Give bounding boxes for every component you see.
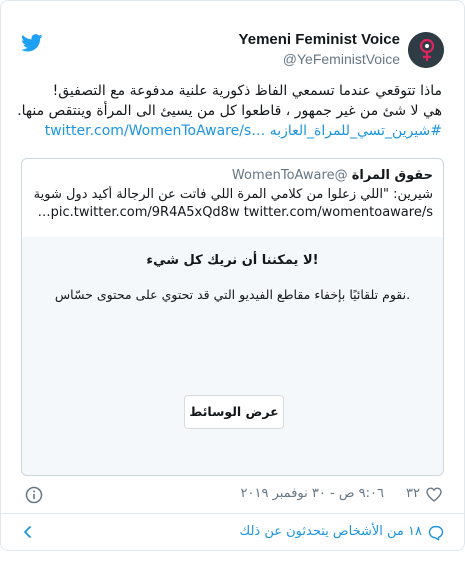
quoted-name: حقوق المراة — [351, 168, 433, 183]
quoted-tweet-author: حقوق المراة @WomenToAware — [232, 167, 433, 185]
user-handle[interactable]: @YeFeministVoice — [283, 51, 400, 67]
info-icon[interactable] — [25, 486, 43, 504]
chevron-left-icon[interactable] — [21, 525, 35, 539]
sensitive-media-warning: !لا يمكننا أن نريك كل شيء .نقوم تلقائيًا… — [22, 237, 443, 475]
tweet-hashtag[interactable]: #شيرين_تسي_للمراة_العازبه — [270, 123, 442, 139]
like-count: ٣٢ — [406, 486, 420, 501]
tweet-line-3: #شيرين_تسي_للمراة_العازبه twitter.com/Wo… — [21, 121, 442, 141]
tweet-line-2: هي لا شئ من غير جمهور ، قاطعوا كل من يسي… — [17, 103, 442, 119]
people-talking-link[interactable]: ١٨ من الأشخاص يتحدثون عن ذلك — [240, 524, 422, 539]
tweet-meta: ٩:٠٦ ص - ٣٠ نوفمبر ٢٠١٩ ٣٢ — [23, 484, 442, 506]
media-warning-description: .نقوم تلقائيًا بإخفاء مقاطع الفيديو التي… — [54, 287, 411, 302]
tweet-line-1: ماذا تتوقعي عندما تسمعي الفاظ ذكورية علن… — [52, 83, 442, 99]
avatar-logo — [408, 32, 444, 68]
quoted-tweet[interactable]: حقوق المراة @WomenToAware شيرين: "اللي ز… — [21, 158, 444, 476]
media-warning-title: !لا يمكننا أن نريك كل شيء — [146, 253, 319, 268]
conversation-footer[interactable]: ١٨ من الأشخاص يتحدثون عن ذلك — [1, 514, 464, 550]
embedded-tweet-card: Yemeni Feminist Voice @YeFeministVoice م… — [0, 0, 465, 551]
quoted-line-1: شيرين: "اللي زعلوا من كلامي المرة اللي ف… — [32, 187, 433, 202]
twitter-logo-icon[interactable] — [21, 34, 43, 52]
display-name[interactable]: Yemeni Feminist Voice — [239, 31, 400, 48]
quoted-tweet-text: شيرين: "اللي زعلوا من كلامي المرة اللي ف… — [32, 186, 433, 222]
quoted-handle: @WomenToAware — [231, 168, 348, 183]
tweet-text: ماذا تتوقعي عندما تسمعي الفاظ ذكورية علن… — [17, 81, 442, 141]
speech-bubble-icon — [428, 525, 444, 541]
tweet-link[interactable]: twitter.com/WomenToAware/s… — [45, 123, 266, 139]
heart-icon[interactable] — [426, 487, 442, 502]
quoted-line-2: pic.twitter.com/9R4A5xQd8w twitter.com/w… — [37, 205, 433, 220]
tweet-timestamp[interactable]: ٩:٠٦ ص - ٣٠ نوفمبر ٢٠١٩ — [241, 486, 384, 501]
view-media-button[interactable]: عرض الوسائط — [184, 395, 284, 429]
avatar[interactable] — [408, 32, 444, 68]
